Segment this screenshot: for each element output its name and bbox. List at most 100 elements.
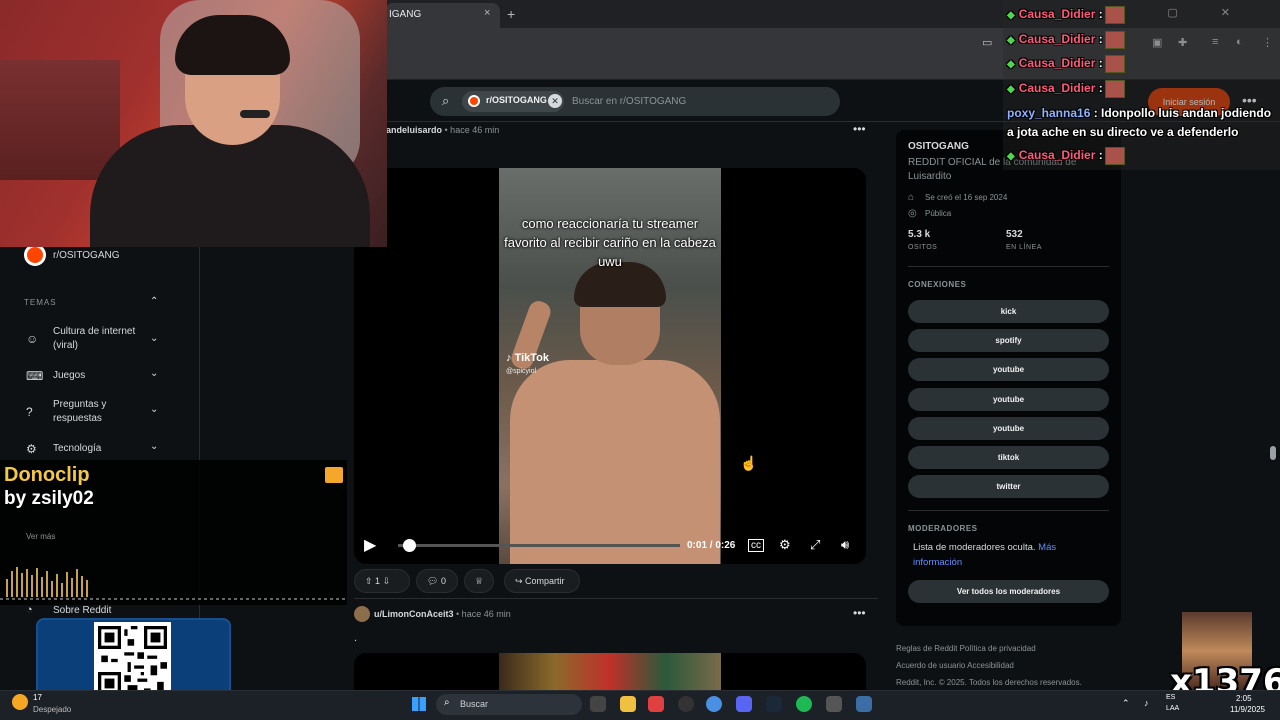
diamond-icon: ◆ (1007, 10, 1015, 22)
globe-icon: ◎ (908, 208, 917, 219)
chevron-down-icon[interactable]: ⌄ (150, 404, 158, 415)
footer-line-2[interactable]: Acuerdo de usuario Accesibilidad (896, 657, 1126, 674)
chevron-down-icon[interactable]: ⌄ (150, 441, 158, 452)
webcam-shelf (0, 60, 120, 180)
video-progress-bar[interactable] (398, 544, 680, 547)
sidebar-item-tecnologia[interactable]: Tecnología (53, 442, 148, 456)
post-more-icon[interactable]: ••• (853, 606, 866, 620)
captions-icon[interactable]: cc (748, 539, 764, 552)
chevron-up-icon[interactable]: ⌃ (150, 296, 158, 307)
mic-icon[interactable]: ♪ (1144, 698, 1149, 708)
chat-username: Causa_Didier (1018, 148, 1096, 163)
obs-icon[interactable] (678, 696, 694, 712)
file-explorer-icon[interactable] (620, 696, 636, 712)
settings-gear-icon[interactable]: ⚙ (779, 537, 791, 553)
scrollbar[interactable] (1270, 446, 1276, 460)
weather-desc: Despejado (33, 705, 72, 714)
footer-line-1[interactable]: Reglas de Reddit Política de privacidad (896, 640, 1126, 657)
chat-text: : (1098, 148, 1103, 163)
diamond-icon: ◆ (1007, 151, 1015, 163)
app-icon[interactable] (826, 696, 842, 712)
post2-body: . (354, 632, 358, 644)
post-more-icon[interactable]: ••• (853, 122, 866, 136)
chat-username: Causa_Didier (1018, 56, 1096, 71)
gamepad-icon: ⌨ (26, 369, 44, 383)
volume-icon[interactable]: 🔊︎ (841, 537, 849, 553)
app-icon[interactable] (648, 696, 664, 712)
ver-mas-link[interactable]: Ver más (26, 532, 55, 541)
chat-message: ◆ Causa_Didier : (1007, 31, 1125, 49)
online-count: 532 (1006, 229, 1023, 240)
sidebar-item-preguntas[interactable]: Preguntas y respuestas (53, 398, 148, 426)
task-view-icon[interactable] (590, 696, 606, 712)
taskbar-search-label: Buscar (460, 699, 489, 709)
webcam-person-hair (175, 15, 290, 75)
chat-message: a jota ache en su directo ve a defenderl… (1007, 125, 1238, 139)
post2-author[interactable]: u/LimonConAceit3 (374, 609, 454, 619)
diamond-icon: ◆ (1007, 84, 1015, 96)
chat-text: : Idonpollo luis andan jodiendo (1093, 106, 1272, 120)
sidebar-item-sobre[interactable]: Sobre Reddit (53, 605, 111, 616)
share-button[interactable]: ↪ Compartir (504, 569, 580, 593)
post-author[interactable]: andeluisardo (386, 125, 442, 135)
share-label: Compartir (525, 576, 565, 586)
weather-icon[interactable] (12, 694, 28, 710)
connection-youtube[interactable]: youtube (908, 388, 1109, 411)
tab-close-icon[interactable]: × (484, 7, 490, 19)
members-count: 5.3 k (908, 229, 931, 240)
sidebar-item-juegos[interactable]: Juegos (53, 369, 148, 383)
input-layout[interactable]: LAA (1166, 705, 1179, 712)
moderators-hidden: Lista de moderadores oculta. (913, 542, 1036, 553)
windows-start-icon[interactable] (412, 697, 426, 711)
connection-twitter[interactable]: twitter (908, 475, 1109, 498)
connection-kick[interactable]: kick (908, 300, 1109, 323)
view-moderators-button[interactable]: Ver todos los moderadores (908, 580, 1109, 603)
sidebar-item-cultura[interactable]: Cultura de internet (viral) (53, 325, 148, 353)
chevron-up-icon[interactable]: ⌃ (1122, 698, 1130, 709)
subreddit-logo-icon (468, 95, 480, 107)
play-icon[interactable]: ▶ (364, 535, 376, 555)
webcam-mic (240, 110, 270, 118)
user-avatar[interactable] (354, 606, 370, 622)
progress-knob[interactable] (403, 539, 416, 552)
clock-date[interactable]: 11/9/2025 (1230, 705, 1265, 714)
connections-heading: CONEXIONES (908, 280, 967, 289)
search-icon: ⌕ (444, 697, 450, 708)
taskbar-search[interactable] (436, 694, 582, 715)
fullscreen-icon[interactable]: ⤢ (810, 537, 820, 553)
post-divider (354, 598, 878, 599)
chevron-down-icon[interactable]: ⌄ (150, 368, 158, 379)
dashed-divider (0, 598, 347, 600)
connection-spotify[interactable]: spotify (908, 329, 1109, 352)
input-lang[interactable]: ES (1166, 694, 1175, 701)
sidebar-subreddit-link[interactable]: r/OSITOGANG (53, 249, 148, 263)
calculator-icon[interactable] (856, 696, 872, 712)
connection-tiktok[interactable]: tiktok (908, 446, 1109, 469)
post2-time: • hace 46 min (456, 609, 511, 619)
clock-time[interactable]: 2:05 (1236, 694, 1252, 703)
reddit-footer: Reglas de Reddit Política de privacidad … (896, 640, 1126, 691)
chat-text: a jota ache en su directo ve a defenderl… (1007, 125, 1239, 139)
connection-youtube[interactable]: youtube (908, 358, 1109, 381)
chat-message: ◆ Causa_Didier : (1007, 147, 1125, 165)
vote-count: 1 (375, 576, 381, 586)
chat-emote-icon (1104, 6, 1125, 24)
browser-tab[interactable]: IGANG (385, 3, 500, 28)
chrome-icon[interactable] (706, 696, 722, 712)
clear-chip-icon[interactable]: ✕ (548, 94, 562, 108)
chat-text: : (1098, 56, 1103, 71)
discord-icon[interactable] (736, 696, 752, 712)
steam-icon[interactable] (766, 696, 782, 712)
spotify-icon[interactable] (796, 696, 812, 712)
video-time: 0:01 / 0:26 (687, 540, 736, 551)
vote-buttons[interactable]: ⇧ 1 ⇩ (354, 569, 410, 593)
new-tab-button[interactable]: + (507, 6, 515, 22)
connection-youtube[interactable]: youtube (908, 417, 1109, 440)
community-title: OSITOGANG (908, 141, 969, 152)
chat-text: : (1098, 32, 1103, 47)
cast-icon[interactable]: ▭ (982, 36, 992, 49)
award-button[interactable]: ♕ (464, 569, 494, 593)
chat-text: : (1098, 81, 1103, 96)
comments-button[interactable]: 💬︎ 0 (416, 569, 458, 593)
chevron-down-icon[interactable]: ⌄ (150, 333, 158, 344)
